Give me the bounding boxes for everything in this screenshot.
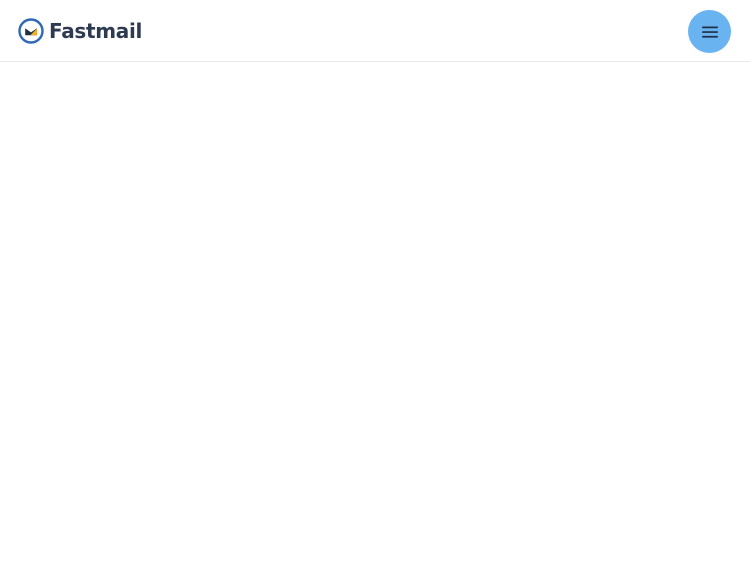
menu-button[interactable] xyxy=(688,10,731,53)
page: Fastmail xyxy=(0,0,750,563)
fastmail-logo-icon xyxy=(18,18,44,44)
hamburger-menu-icon xyxy=(701,26,718,38)
brand-name: Fastmail xyxy=(49,19,143,43)
fastmail-home-link[interactable]: Fastmail xyxy=(18,18,142,44)
main-content-area xyxy=(0,62,750,563)
site-header: Fastmail xyxy=(0,0,750,62)
